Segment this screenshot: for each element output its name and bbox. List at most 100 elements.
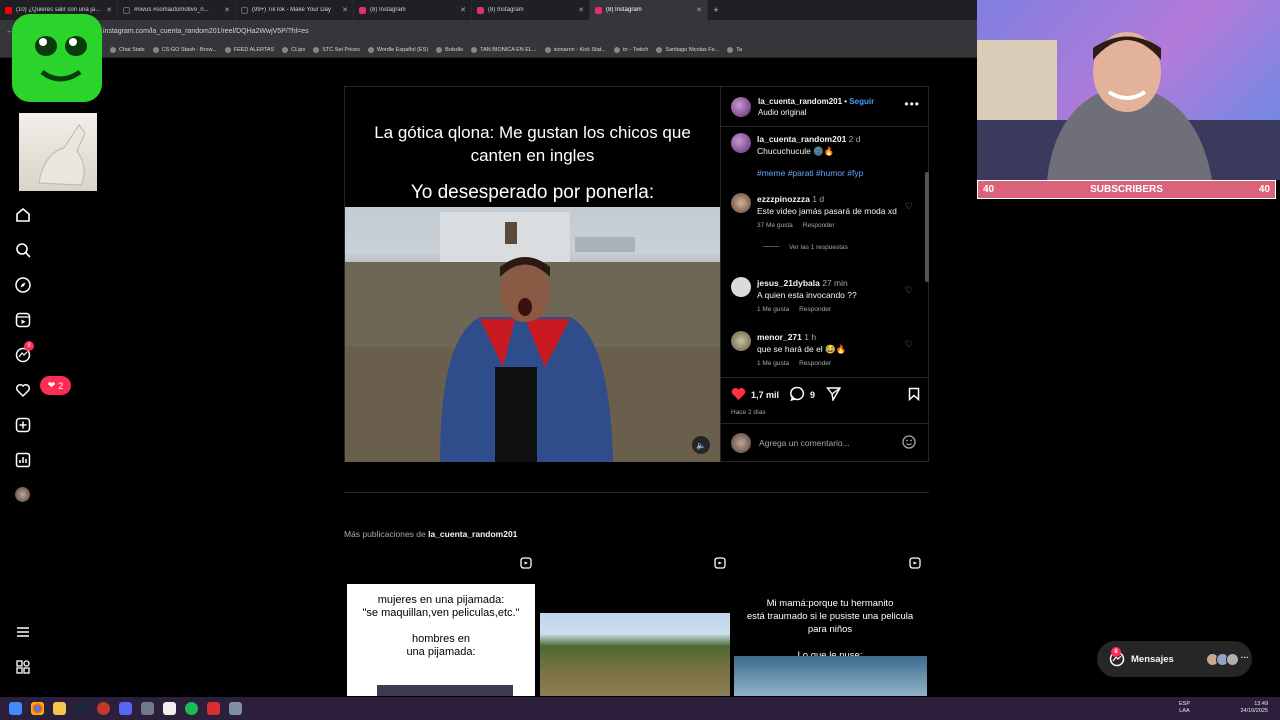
post-thumbnail[interactable]: Mi mamá:porque tu hermanito está traumad… [733,552,927,696]
bookmark[interactable]: trr - Twitch [613,46,648,53]
messages-button[interactable]: 8 Mensajes ··· [1097,641,1252,677]
bookmark[interactable]: CLips [282,46,305,53]
author-username[interactable]: la_cuenta_random201 [758,97,842,106]
spotify-icon[interactable] [185,702,198,715]
hashtags[interactable]: #meme #parati #humor #fyp [757,167,902,179]
heart-icon[interactable] [14,381,31,398]
bookmark[interactable]: CS:GO Stash - Brow... [152,46,217,53]
thumbnail-text: Mi mamá:porque tu hermanito está traumad… [746,598,914,661]
share-icon[interactable] [826,386,842,403]
app-icon[interactable] [163,702,176,715]
mute-button[interactable]: 🔈 [692,436,710,454]
bookmark[interactable]: FEED ALERTAS [224,46,274,53]
notifications-bubble[interactable]: ❤ 2 [40,376,71,395]
reel-icon [714,556,726,574]
bookmark-icon [544,46,551,53]
bookmark[interactable]: Bolsdle [436,46,463,53]
menu-icon[interactable] [14,623,31,640]
profile-avatar[interactable] [14,486,31,503]
steam-icon[interactable] [75,702,88,715]
close-icon[interactable]: ✕ [460,6,466,14]
more-icon: ··· [1240,652,1249,662]
browser-tab[interactable]: (8) Instagram ✕ [354,0,472,20]
file-explorer-icon[interactable] [53,702,66,715]
comments-scrollbar[interactable] [925,172,929,282]
messages-badge: 8 [24,341,34,351]
reel-media[interactable]: La gótica qlona: Me gustan los chicos qu… [345,87,720,462]
bookmark[interactable]: Chat Stats [110,46,145,53]
app-icon[interactable] [229,702,242,715]
browser-tab-active[interactable]: (8) Instagram ✕ [590,0,708,20]
close-icon[interactable]: ✕ [578,6,584,14]
save-icon[interactable] [908,387,920,406]
bookmark-icon [656,46,663,53]
create-icon[interactable] [14,416,31,433]
comment: jesus_21dybala 27 min A quien esta invoc… [731,277,921,316]
system-clock[interactable]: 13:49 24/10/2025 [1240,701,1268,715]
commenter-avatar[interactable] [731,331,751,351]
speaker-icon: 🔈 [696,440,706,450]
commenter-avatar[interactable] [731,193,751,213]
bookmark[interactable]: Santiago Nicolas Fe... [656,46,719,53]
like-icon[interactable] [731,387,746,403]
close-icon[interactable]: ✕ [224,6,230,14]
thumbnail-text: mujeres en una pijamada: "se maquillan,v… [347,584,535,696]
bookmark-icon [282,46,289,53]
discord-icon[interactable] [119,702,132,715]
bookmark[interactable]: TAN BIONICA EN EL... [471,46,537,53]
bookmark-icon [224,46,231,53]
audio-label[interactable]: Audio original [758,107,874,118]
chrome-icon[interactable] [31,702,44,715]
app-icon[interactable] [97,702,110,715]
app-icon[interactable] [207,702,220,715]
new-tab-button[interactable]: + [708,5,724,15]
post-thumbnail[interactable] [538,552,732,696]
bookmark[interactable]: Wordle Español (ES) [367,46,428,53]
commenter-avatar[interactable] [731,277,751,297]
instagram-icon [595,6,602,14]
comment-like-icon[interactable]: ♡ [905,285,913,296]
emoji-icon[interactable] [902,435,916,451]
browser-tab[interactable]: (99+) TikTok - Make Your Day ✕ [236,0,354,20]
comments-count[interactable]: 9 [810,390,815,400]
url-text[interactable]: instagram.com/la_cuenta_random201/reel/D… [103,28,309,35]
app-icon[interactable] [141,702,154,715]
user-avatar [731,433,751,453]
explore-icon[interactable] [14,276,31,293]
messenger-icon[interactable]: 8 [14,341,34,363]
post-description: la_cuenta_random201 2 d Chucuchucule 🌚🔥 … [731,133,921,179]
comment-like-icon[interactable]: ♡ [905,339,913,350]
bookmark[interactable]: Ta [727,46,742,53]
avatar-icon [15,487,30,502]
close-icon[interactable]: ✕ [342,6,348,14]
author-avatar[interactable] [731,96,751,117]
bookmark[interactable]: sionaron - Kick Stat... [544,46,606,53]
comment-icon[interactable] [790,386,805,403]
language-indicator[interactable]: ESP LAA [1179,701,1190,715]
windows-start-icon[interactable] [9,702,22,715]
dashboard-icon[interactable] [14,451,31,468]
browser-tab[interactable]: #nivus #somautomotivo_n... ✕ [118,0,236,20]
video-frame[interactable]: 🔈 [345,207,720,462]
bookmark[interactable]: STC Set Prices [313,46,360,53]
home-icon[interactable] [14,206,31,223]
follow-button[interactable]: Seguir [849,97,874,106]
bookmark-icon [613,46,620,53]
close-icon[interactable]: ✕ [696,6,702,14]
likes-count[interactable]: 1,7 mil [751,390,779,400]
post-thumbnail[interactable]: mujeres en una pijamada: "se maquillan,v… [344,552,538,696]
address-bar[interactable]: ← instagram.com/la_cuenta_random201/reel… [0,20,977,42]
apps-icon[interactable] [14,658,31,675]
bookmark-icon [110,46,116,53]
close-icon[interactable]: ✕ [106,6,112,14]
more-options-icon[interactable]: ••• [904,97,920,111]
view-replies-link[interactable]: Ver las 1 respuestas [789,242,848,254]
subscribers-goal-bar: 40 SUBSCRIBERS 40 [977,180,1276,199]
comment-input[interactable]: Agrega un comentario... [759,438,850,448]
browser-tab[interactable]: (8) Instagram ✕ [472,0,590,20]
comment-like-icon[interactable]: ♡ [905,201,913,212]
search-icon[interactable] [14,241,31,258]
bookmarks-bar: Chat Stats CS:GO Stash - Brow... FEED AL… [0,42,977,58]
author-avatar[interactable] [731,133,751,153]
reels-icon[interactable] [14,311,31,328]
